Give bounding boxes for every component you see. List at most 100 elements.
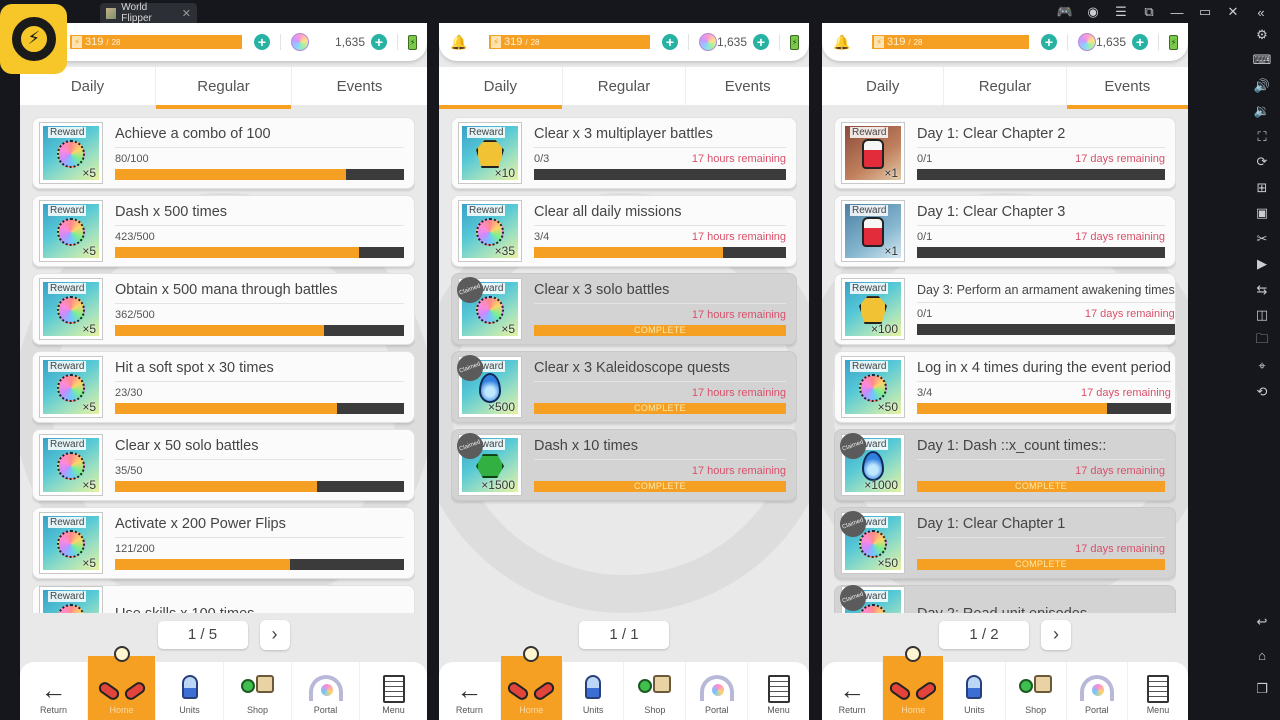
nav-portal[interactable]: Portal [686, 662, 749, 720]
nav-menu[interactable]: Menu [1128, 662, 1188, 720]
minimize-icon[interactable]: — [1168, 5, 1186, 20]
tab-events[interactable]: Events [686, 67, 809, 105]
nav-units[interactable]: Units [944, 662, 1006, 720]
nav-menu[interactable]: Menu [748, 662, 809, 720]
mission-row[interactable]: Reward ×1 Day 1: Clear Chapter 3 0/1 17 days… [834, 195, 1176, 267]
account-icon[interactable]: ◉ [1084, 4, 1102, 20]
location-icon[interactable]: ⌖ [1247, 354, 1277, 380]
add-gems-button[interactable]: + [1132, 34, 1148, 50]
next-page-button[interactable]: › [259, 620, 290, 650]
mission-row[interactable]: Reward ×50 Claimed Day 1: Clear Chapter 1 17… [834, 507, 1176, 579]
mission-row[interactable]: Reward ×50 Log in x 4 times during the eve… [834, 351, 1176, 423]
shake-icon[interactable]: ◫ [1247, 303, 1277, 329]
transfer-icon[interactable]: ⇆ [1247, 277, 1277, 303]
nav-portal[interactable]: Portal [292, 662, 360, 720]
next-page-button[interactable]: › [1041, 620, 1071, 650]
reward-card: Reward ×35 [462, 204, 518, 258]
mission-list[interactable]: Reward ×5 Achieve a combo of 100 80/100 Rewa… [32, 117, 415, 613]
back-icon[interactable]: ↩ [1247, 610, 1277, 636]
mission-body: Use skills x 100 times [115, 606, 404, 613]
add-stamina-button[interactable]: + [254, 34, 270, 50]
progress-bar [917, 324, 1175, 335]
mission-row[interactable]: Reward ×1000 Claimed Day 1: Dash ::x_count … [834, 429, 1176, 501]
folder-icon[interactable]: 🗀 [1247, 328, 1277, 354]
mission-list[interactable]: Reward ×1 Day 1: Clear Chapter 2 0/1 17 days… [834, 117, 1176, 613]
home-icon[interactable]: ⌂ [1247, 643, 1277, 669]
mission-row[interactable]: Reward ×5 Achieve a combo of 100 80/100 [32, 117, 415, 189]
tab-events[interactable]: Events [1066, 67, 1188, 109]
mission-list[interactable]: Reward ×10 Clear x 3 multiplayer battles 0/… [451, 117, 797, 613]
close-tab-icon[interactable]: ✕ [182, 7, 191, 20]
progress-bar [917, 403, 1171, 414]
nav-portal[interactable]: Portal [1067, 662, 1128, 720]
mission-row[interactable]: Reward ×100 Day 3: Perform an armament awa… [834, 273, 1176, 345]
nav-units[interactable]: Units [156, 662, 224, 720]
add-instance-icon[interactable]: ⊞ [1247, 175, 1277, 201]
nav-label: Units [179, 705, 200, 715]
close-icon[interactable]: ✕ [1224, 4, 1242, 20]
record-icon[interactable]: ▶ [1247, 252, 1277, 278]
nav-shop[interactable]: Shop [1006, 662, 1067, 720]
reward-orb-icon [57, 374, 85, 403]
sync-icon[interactable]: ⟳ [1247, 150, 1277, 176]
window-tab[interactable]: World Flipper ✕ [100, 2, 197, 24]
tab-regular[interactable]: Regular [944, 67, 1067, 105]
rotate-icon[interactable]: ⟲ [1247, 379, 1277, 405]
mission-row[interactable]: RewardClaimed Day 2: Read unit episodes [834, 581, 1176, 613]
mission-row[interactable]: Reward ×5 Clear x 50 solo battles 35/50 [32, 429, 415, 501]
mission-row[interactable]: Reward ×5 Hit a soft spot x 30 times 23/30 [32, 351, 415, 423]
tab-daily[interactable]: Daily [439, 67, 563, 109]
mission-row[interactable]: Reward ×500 Claimed Clear x 3 Kaleidoscope … [451, 351, 797, 423]
mission-row[interactable]: Reward ×5 Dash x 500 times 423/500 [32, 195, 415, 267]
scissors-icon[interactable]: ✂ [1247, 226, 1277, 252]
nav-units[interactable]: Units [563, 662, 625, 720]
mission-panel-1: 🔔 ⚡ 319/28 + 1,635 + ⚡ Daily Regular Eve… [20, 23, 427, 720]
tab-regular[interactable]: Regular [563, 67, 687, 105]
add-stamina-button[interactable]: + [661, 34, 678, 50]
tab-regular[interactable]: Regular [156, 67, 292, 109]
bell-icon[interactable]: 🔔 [449, 34, 469, 51]
mission-row[interactable]: Reward Use skills x 100 times [32, 585, 415, 613]
mission-row[interactable]: Reward ×1500 Claimed Dash x 10 times 17 hour… [451, 429, 797, 501]
nav-shop[interactable]: Shop [624, 662, 687, 720]
recents-icon[interactable]: ❐ [1247, 677, 1277, 703]
mission-meta: 362/500 [115, 309, 404, 323]
nav-shop[interactable]: Shop [224, 662, 292, 720]
nav-return[interactable]: ← Return [20, 662, 88, 720]
gamepad-icon[interactable]: 🎮 [1056, 4, 1074, 20]
keyboard-icon[interactable]: ⌨ [1247, 48, 1277, 74]
nav-return[interactable]: ← Return [439, 662, 501, 720]
add-gems-button[interactable]: + [371, 34, 387, 50]
mission-body: Day 2: Read unit episodes [917, 606, 1165, 613]
mission-row[interactable]: Reward ×5 Activate x 200 Power Flips 121/20… [32, 507, 415, 579]
nav-home[interactable]: Home [883, 646, 945, 720]
maximize-icon[interactable]: ▭ [1196, 4, 1214, 20]
tab-daily[interactable]: Daily [822, 67, 945, 105]
mission-row[interactable]: Reward ×35 Clear all daily missions 3/4 17 h… [451, 195, 797, 267]
reward-thumbnail: Reward ×50 [841, 356, 905, 418]
nav-menu[interactable]: Menu [360, 662, 427, 720]
mission-row[interactable]: Reward ×5 Obtain x 500 mana through battle… [32, 273, 415, 345]
apk-icon[interactable]: ▣ [1247, 201, 1277, 227]
menu-icon[interactable]: ☰ [1112, 4, 1130, 20]
mission-row[interactable]: Reward ×1 Day 1: Clear Chapter 2 0/1 17 days… [834, 117, 1176, 189]
reward-thumbnail: Reward ×1 [841, 200, 905, 262]
nav-home[interactable]: Home [88, 646, 156, 720]
tab-events[interactable]: Events [292, 67, 427, 105]
collapse-icon[interactable]: « [1252, 5, 1270, 20]
fullscreen-icon[interactable]: ⛶ [1247, 124, 1277, 150]
page-indicator: 1 / 2 [939, 621, 1029, 649]
settings-icon[interactable]: ⚙ [1247, 22, 1277, 48]
add-gems-button[interactable]: + [753, 34, 769, 50]
bell-icon[interactable]: 🔔 [832, 34, 852, 51]
nav-return[interactable]: ← Return [822, 662, 884, 720]
add-stamina-button[interactable]: + [1040, 34, 1057, 50]
reward-card: Reward ×1 [845, 126, 901, 180]
volume-up-icon[interactable]: 🔊 [1247, 73, 1277, 99]
reward-quantity: ×100 [870, 322, 898, 336]
mission-row[interactable]: Reward ×10 Clear x 3 multiplayer battles 0/… [451, 117, 797, 189]
mission-row[interactable]: Reward ×5 Claimed Clear x 3 solo battles 17 … [451, 273, 797, 345]
screenshot-icon[interactable]: ⧉ [1140, 4, 1158, 20]
nav-home[interactable]: Home [500, 646, 563, 720]
volume-down-icon[interactable]: 🔉 [1247, 99, 1277, 125]
